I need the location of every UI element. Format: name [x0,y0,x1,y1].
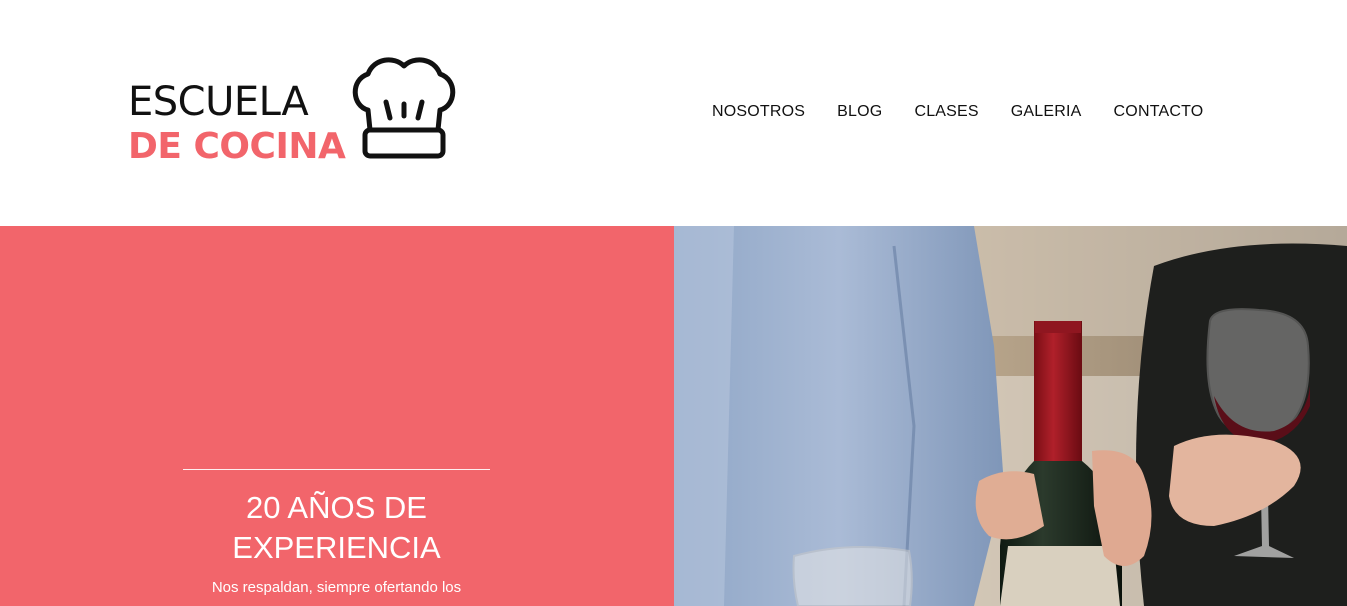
hero-text-panel: 20 AÑOS DE EXPERIENCIA Nos respaldan, si… [0,226,674,606]
hero-divider [183,469,490,470]
main-nav: NOSOTROS BLOG CLASES GALERIA CONTACTO [712,102,1203,122]
nav-link-clases[interactable]: CLASES [914,102,978,122]
site-header: ESCUELA DE COCINA NOSOTROS BLOG CLASES G… [0,0,1347,226]
hero-description: Nos respaldan, siempre ofertando los [211,579,462,596]
site-logo[interactable]: ESCUELA DE COCINA [128,56,458,168]
hero-photo [674,226,1347,606]
nav-link-blog[interactable]: BLOG [837,102,882,122]
logo-text-de-cocina: DE COCINA [128,126,346,167]
chef-hat-icon [352,57,456,159]
hero-title: 20 AÑOS DE EXPERIENCIA [232,490,441,565]
logo-text-escuela: ESCUELA [128,79,309,125]
hero-section: 20 AÑOS DE EXPERIENCIA Nos respaldan, si… [0,226,1347,606]
nav-link-contacto[interactable]: CONTACTO [1114,102,1204,122]
nav-link-galeria[interactable]: GALERIA [1011,102,1082,122]
wine-bottle-photo [674,226,1347,606]
nav-link-nosotros[interactable]: NOSOTROS [712,102,805,122]
